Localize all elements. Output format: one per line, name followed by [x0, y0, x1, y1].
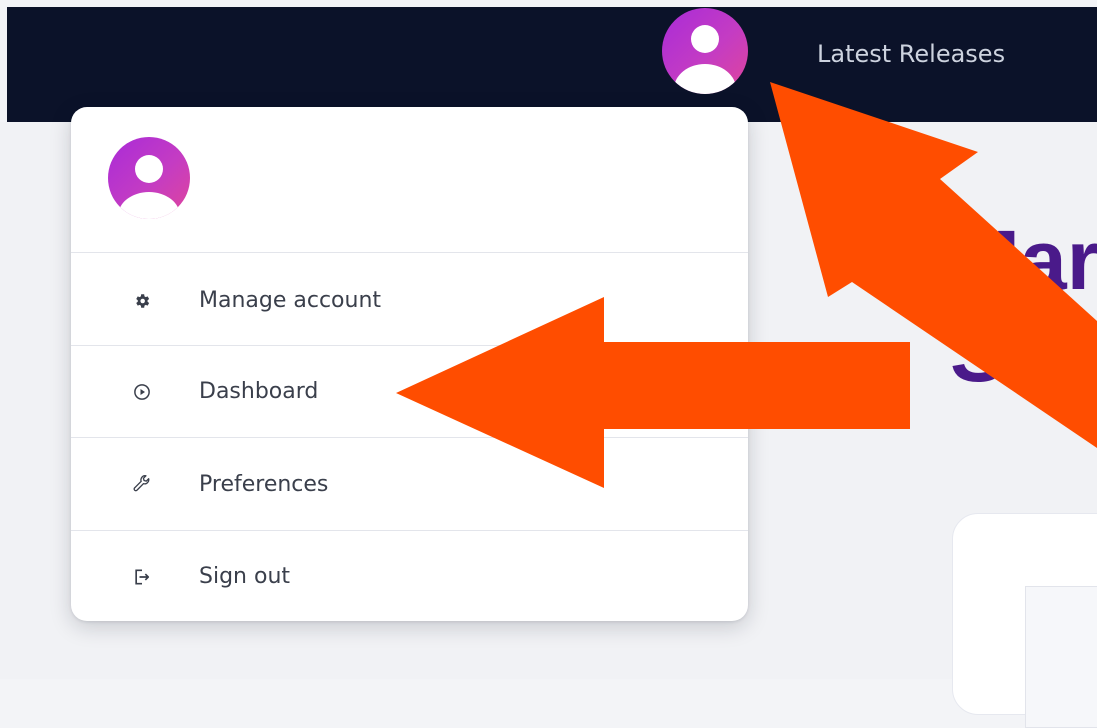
avatar-head: [135, 155, 163, 183]
menu-item-label: Sign out: [199, 564, 291, 589]
avatar-body: [118, 192, 180, 219]
hero-heading: Mar St: [950, 214, 1097, 398]
menu-item-manage-account[interactable]: Manage account: [71, 257, 748, 345]
menu-divider: [71, 252, 748, 253]
hero-heading-line2: St: [950, 305, 1034, 399]
content-card-inner: [1025, 586, 1097, 728]
menu-item-sign-out[interactable]: Sign out: [71, 533, 748, 621]
play-circle-icon: [128, 378, 156, 406]
avatar-head: [691, 25, 719, 53]
menu-divider: [71, 437, 748, 438]
avatar-body: [674, 64, 736, 94]
user-menu-dropdown: Manage account Dashboard Preferences Sig…: [71, 107, 748, 621]
menu-item-label: Preferences: [199, 472, 329, 497]
menu-item-label: Dashboard: [199, 379, 319, 404]
user-avatar: [108, 137, 190, 219]
menu-item-preferences[interactable]: Preferences: [71, 441, 748, 529]
content-card: [952, 513, 1097, 728]
window-frame: [0, 0, 1097, 7]
hero-heading-line1: Mar: [950, 213, 1097, 307]
sign-out-icon: [128, 563, 156, 591]
menu-divider: [71, 530, 748, 531]
user-avatar-button[interactable]: [662, 8, 748, 94]
gear-icon: [128, 287, 156, 315]
nav-link-latest-releases[interactable]: Latest Releases: [817, 40, 1005, 68]
menu-divider: [71, 345, 748, 346]
menu-item-dashboard[interactable]: Dashboard: [71, 348, 748, 436]
wrench-icon: [128, 471, 156, 499]
menu-item-label: Manage account: [199, 288, 382, 313]
